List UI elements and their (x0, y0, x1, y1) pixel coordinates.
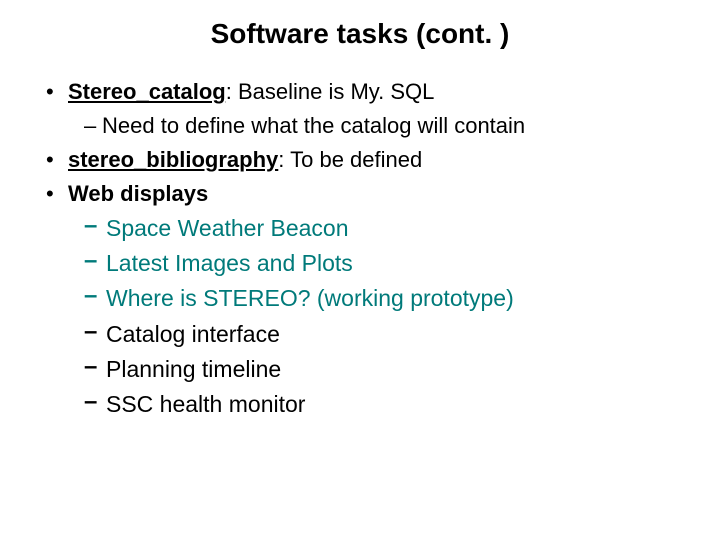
bullet-web-displays: Web displays Space Weather Beacon Latest… (46, 178, 692, 422)
slide: Software tasks (cont. ) Stereo_catalog: … (0, 0, 720, 540)
sub-need-define: Need to define what the catalog will con… (84, 110, 692, 142)
sub-latest-images: Latest Images and Plots (84, 247, 692, 280)
sublist-web-displays: Space Weather Beacon Latest Images and P… (68, 212, 692, 422)
bullet-list: Stereo_catalog: Baseline is My. SQL Need… (28, 76, 692, 422)
label-web-displays: Web displays (68, 181, 208, 206)
sub-where-is-stereo: Where is STEREO? (working prototype) (84, 282, 692, 315)
sub-planning-timeline: Planning timeline (84, 353, 692, 386)
text-stereo-catalog-rest: : Baseline is My. SQL (226, 79, 435, 104)
sub-catalog-interface: Catalog interface (84, 318, 692, 351)
bullet-stereo-bibliography: stereo_bibliography: To be defined (46, 144, 692, 176)
sub-ssc-health-monitor: SSC health monitor (84, 388, 692, 421)
text-bibliography-rest: : To be defined (278, 147, 422, 172)
bullet-stereo-catalog: Stereo_catalog: Baseline is My. SQL Need… (46, 76, 692, 142)
sub-space-weather-beacon: Space Weather Beacon (84, 212, 692, 245)
slide-title: Software tasks (cont. ) (28, 18, 692, 50)
label-stereo-bibliography: stereo_bibliography (68, 147, 278, 172)
sublist-catalog: Need to define what the catalog will con… (68, 110, 692, 142)
label-stereo-catalog: Stereo_catalog (68, 79, 226, 104)
